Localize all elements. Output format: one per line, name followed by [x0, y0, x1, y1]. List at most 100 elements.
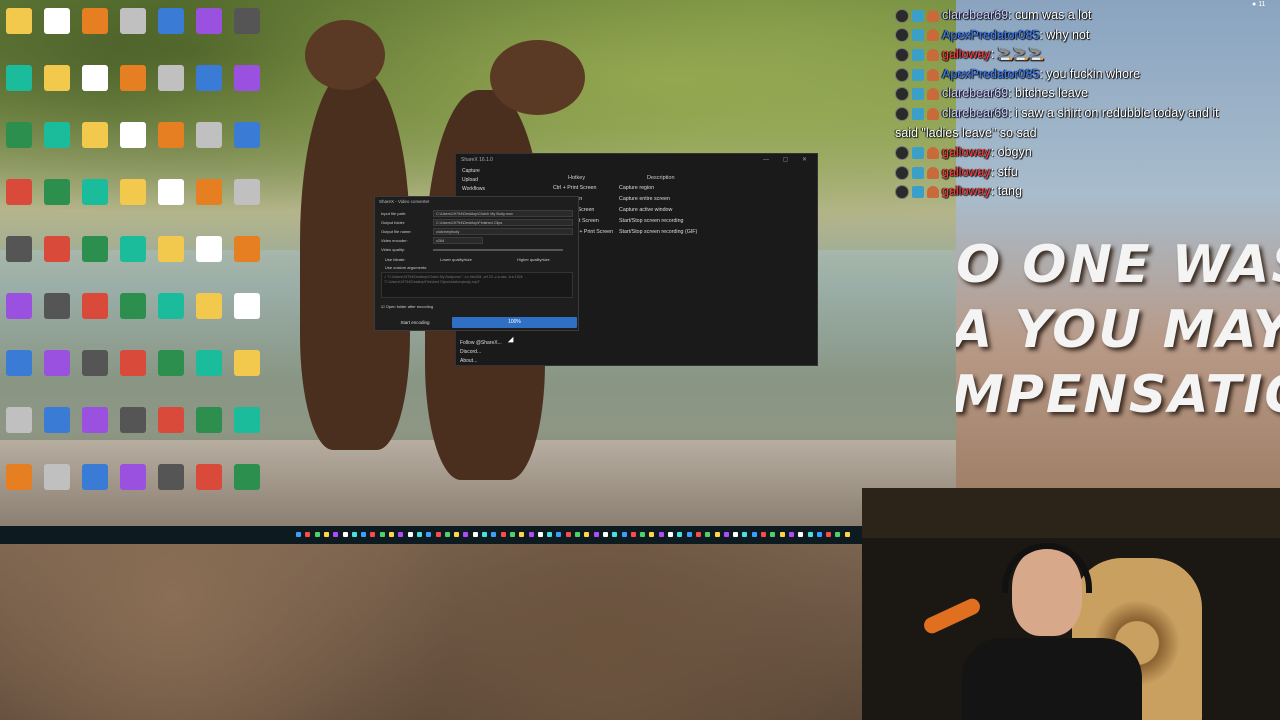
taskbar-app-icon[interactable] — [723, 532, 729, 537]
taskbar-app-icon[interactable] — [556, 532, 562, 537]
taskbar-app-icon[interactable] — [500, 532, 506, 537]
output-name-field[interactable]: clutchmybody — [433, 228, 573, 235]
input-path-field[interactable]: C:\Users\19794\Desktop\Clutch My Body.mo… — [433, 210, 573, 217]
desktop-shortcut-icon[interactable] — [154, 236, 188, 286]
desktop-shortcut-icon[interactable] — [78, 122, 112, 172]
desktop-shortcut-icon[interactable] — [2, 407, 36, 457]
desktop-shortcut-icon[interactable] — [192, 407, 226, 457]
taskbar-app-icon[interactable] — [770, 532, 776, 537]
taskbar-app-icon[interactable] — [314, 532, 320, 537]
desktop-shortcut-icon[interactable] — [192, 65, 226, 115]
taskbar-app-icon[interactable] — [509, 532, 515, 537]
hotkey-key[interactable]: Ctrl + Print Screen — [553, 185, 596, 191]
desktop-shortcut-icon[interactable] — [230, 8, 264, 58]
hotkey-description[interactable]: Capture region — [619, 185, 654, 191]
desktop-shortcut-icon[interactable] — [154, 407, 188, 457]
desktop-shortcut-icon[interactable] — [2, 293, 36, 343]
taskbar-app-icon[interactable] — [844, 532, 850, 537]
desktop-shortcut-icon[interactable] — [2, 122, 36, 172]
discord-link[interactable]: Discord... — [460, 349, 481, 355]
desktop-shortcut-icon[interactable] — [78, 179, 112, 229]
taskbar-app-icon[interactable] — [602, 532, 608, 537]
desktop-shortcut-icon[interactable] — [40, 8, 74, 58]
taskbar-app-icon[interactable] — [779, 532, 785, 537]
desktop-shortcut-icon[interactable] — [192, 350, 226, 400]
taskbar-app-icon[interactable] — [668, 532, 673, 537]
desktop-shortcut-icon[interactable] — [116, 122, 150, 172]
encoder-select[interactable]: x264 — [433, 237, 483, 244]
taskbar-app-icon[interactable] — [742, 532, 748, 537]
taskbar-app-icon[interactable] — [658, 532, 664, 537]
taskbar-app-icon[interactable] — [389, 532, 394, 537]
taskbar-app-icon[interactable] — [296, 532, 301, 537]
desktop-shortcut-icon[interactable] — [154, 122, 188, 172]
taskbar-app-icon[interactable] — [761, 532, 766, 537]
desktop-shortcut-icon[interactable] — [78, 65, 112, 115]
desktop-shortcut-icon[interactable] — [230, 407, 264, 457]
taskbar-app-icon[interactable] — [333, 532, 339, 537]
desktop-shortcut-icon[interactable] — [154, 350, 188, 400]
taskbar-app-icon[interactable] — [807, 532, 813, 537]
taskbar-app-icon[interactable] — [491, 532, 497, 537]
desktop-shortcut-icon[interactable] — [40, 464, 74, 514]
taskbar-app-icon[interactable] — [612, 532, 618, 537]
taskbar-app-icon[interactable] — [640, 532, 646, 537]
desktop-shortcut-icon[interactable] — [116, 236, 150, 286]
taskbar-app-icon[interactable] — [305, 532, 311, 537]
desktop-shortcut-icon[interactable] — [40, 179, 74, 229]
desktop-shortcut-icon[interactable] — [192, 8, 226, 58]
follow-link[interactable]: Follow @ShareX... — [460, 340, 502, 346]
desktop-shortcut-icon[interactable] — [192, 122, 226, 172]
desktop-shortcut-icon[interactable] — [230, 350, 264, 400]
desktop-shortcut-icon[interactable] — [78, 350, 112, 400]
taskbar-app-icon[interactable] — [695, 532, 701, 537]
desktop-shortcut-icon[interactable] — [116, 179, 150, 229]
desktop-shortcut-icon[interactable] — [78, 464, 112, 514]
desktop-shortcut-icon[interactable] — [78, 407, 112, 457]
taskbar-app-icon[interactable] — [621, 532, 627, 537]
taskbar-app-icon[interactable] — [565, 532, 571, 537]
desktop-shortcut-icon[interactable] — [40, 350, 74, 400]
desktop-shortcut-icon[interactable] — [40, 122, 74, 172]
desktop-shortcut-icon[interactable] — [230, 122, 264, 172]
desktop-shortcut-icon[interactable] — [2, 8, 36, 58]
taskbar-app-icon[interactable] — [575, 532, 580, 537]
desktop-shortcut-icon[interactable] — [192, 236, 226, 286]
hotkey-description[interactable]: Capture active window — [619, 207, 672, 213]
desktop-shortcut-icon[interactable] — [154, 464, 188, 514]
taskbar-app-icon[interactable] — [426, 532, 432, 537]
taskbar-app-icon[interactable] — [714, 532, 720, 537]
quality-slider[interactable] — [433, 249, 563, 251]
taskbar-app-icon[interactable] — [705, 532, 711, 537]
open-folder-checkbox[interactable]: ☑ Open folder after encoding — [381, 304, 433, 309]
desktop-shortcut-icon[interactable] — [230, 293, 264, 343]
desktop-shortcut-icon[interactable] — [192, 179, 226, 229]
desktop-shortcut-icon[interactable] — [192, 293, 226, 343]
desktop-shortcut-icon[interactable] — [40, 407, 74, 457]
start-encoding-button[interactable]: Start encoding — [381, 317, 449, 328]
desktop-shortcut-icon[interactable] — [154, 179, 188, 229]
desktop-shortcut-icon[interactable] — [154, 293, 188, 343]
desktop-shortcut-icon[interactable] — [230, 65, 264, 115]
desktop-shortcut-icon[interactable] — [40, 65, 74, 115]
desktop-shortcut-icon[interactable] — [192, 464, 226, 514]
taskbar-app-icon[interactable] — [677, 532, 683, 537]
taskbar-app-icon[interactable] — [361, 532, 367, 537]
desktop-shortcut-icon[interactable] — [40, 236, 74, 286]
taskbar-app-icon[interactable] — [826, 532, 832, 537]
taskbar-app-icon[interactable] — [630, 532, 636, 537]
taskbar-app-icon[interactable] — [472, 532, 478, 537]
taskbar-app-icon[interactable] — [351, 532, 357, 537]
taskbar-app-icon[interactable] — [444, 532, 450, 537]
taskbar-app-icon[interactable] — [751, 532, 757, 537]
desktop-shortcut-icon[interactable] — [2, 179, 36, 229]
desktop-shortcut-icon[interactable] — [2, 65, 36, 115]
taskbar-app-icon[interactable] — [733, 532, 739, 537]
taskbar-app-icon[interactable] — [593, 532, 599, 537]
menu-workflows[interactable]: Workflows — [462, 186, 485, 192]
desktop-shortcut-icon[interactable] — [78, 8, 112, 58]
taskbar-app-icon[interactable] — [584, 532, 590, 537]
taskbar-app-icon[interactable] — [435, 532, 441, 537]
desktop-shortcut-icon[interactable] — [78, 236, 112, 286]
desktop-shortcut-icon[interactable] — [230, 464, 264, 514]
